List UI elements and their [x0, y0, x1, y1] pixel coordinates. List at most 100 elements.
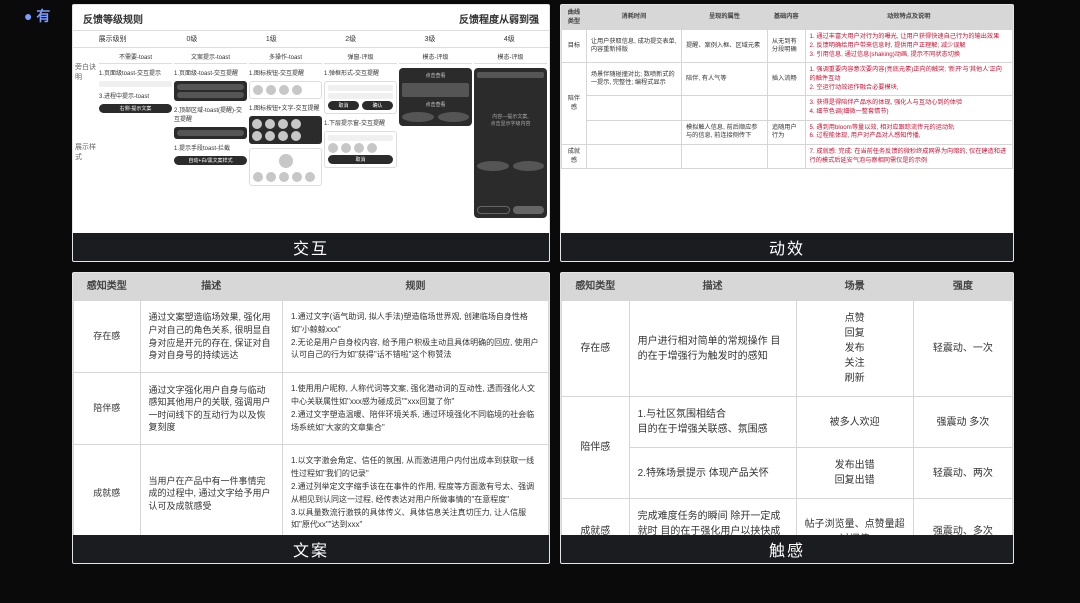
tr-r4c1: 成就感 [562, 145, 587, 169]
tr-r0c5: 1. 通过丰富大用户对行为的曝光, 让用户获得快速自己行为的输出效果2. 反馈明… [805, 30, 1012, 63]
bl-h0: 感知类型 [74, 274, 141, 301]
bl-h1: 描述 [140, 274, 283, 301]
tip-f: 1.图标按钮-交互提醒 [249, 68, 322, 77]
br-r2c4: 强震动、多次 [913, 499, 1012, 538]
br-r1c3a: 被多人欢迎 [796, 397, 913, 448]
mock-pill: 右侧-提示文案 [99, 104, 172, 113]
mock-icons-dark [249, 116, 322, 144]
mock-phone-2: 内容—提示文案,点击显示字级内容 [474, 68, 547, 218]
tl-tab-4: 4级 [470, 31, 549, 47]
tr-r0c2: 让用户获取信息, 成功提交表单, 内容重新排版 [586, 30, 681, 63]
br-r1c3b: 发布出错回复出错 [796, 448, 913, 499]
sheet-cancel: 取消 [328, 155, 393, 164]
bl-r0c3: 1.通过文字(语气助词, 拟人手法)塑造临场世界观, 创建临场自身性格如"小鲸鲸… [283, 301, 549, 373]
tr-h0: 曲线类型 [562, 6, 587, 30]
br-r0c2: 用户进行相对简单的常规操作 目的在于增强行为触发时的感知 [629, 301, 796, 397]
panel-label-motion: 动效 [561, 233, 1013, 261]
phone1-cta2: 点击查看 [425, 101, 445, 108]
panel-motion: 曲线类型 消耗时间 呈现的属性 基础内容 动效特点及说明 目标 让用户获取信息,… [560, 4, 1014, 262]
tip-c: 2.顶部区域-toast(提醒)-交互提醒 [174, 105, 247, 123]
tl-title-right: 反馈程度从弱到强 [459, 11, 539, 26]
tr-h2: 呈现的属性 [681, 6, 767, 30]
br-r0c1: 存在感 [562, 301, 630, 397]
tl-title-left: 反馈等级规则 [83, 11, 143, 26]
br-h2: 场景 [796, 274, 913, 301]
bl-r2c2: 当用户在产品中有一件事情完成的过程中, 通过文字给予用户认可及成就感受 [140, 445, 283, 537]
tip-i: 1.下层提示窗-交互提醒 [324, 118, 397, 127]
bl-h2: 规则 [283, 274, 549, 301]
br-r1c2a: 1.与社区氛围相结合目的在于增强关联感、氛围感 [629, 397, 796, 448]
br-h3: 强度 [913, 274, 1012, 301]
mock-dark-toast2 [174, 127, 247, 139]
tr-r2c4 [767, 96, 805, 120]
panel-haptic: 感知类型 描述 场景 强度 存在感 用户进行相对简单的常规操作 目的在于增强行为… [560, 272, 1014, 564]
tr-r1c1: 陪伴感 [562, 63, 587, 145]
br-r0c3: 点赞回复发布关注刷新 [796, 301, 913, 397]
mock-sheet: 取消 [324, 131, 397, 168]
bullet-prefix: ● 有 [24, 6, 50, 26]
phone1-cta: 点击查看 [425, 72, 445, 79]
panel-label-haptic: 触感 [561, 535, 1013, 563]
col-4-label: 模态-评级 [399, 52, 472, 64]
tl-tabs: 展示级别 0级 1级 2级 3级 4级 [73, 30, 549, 48]
col-3-label: 弹窗-评级 [324, 52, 397, 64]
motion-table: 曲线类型 消耗时间 呈现的属性 基础内容 动效特点及说明 目标 让用户获取信息,… [561, 5, 1013, 169]
tl-tab-0: 0级 [152, 31, 231, 47]
br-r1c1: 陪伴感 [562, 397, 630, 499]
mock-inline: 自动+白/黑文案样式 [174, 156, 247, 165]
mock-icons [249, 81, 322, 99]
bl-r1c2: 通过文字强化用户自身与临动感知其他用户的关联, 强调用户一时间线下的互动行为以及… [140, 373, 283, 445]
tl-tab-3: 3级 [390, 31, 469, 47]
mock-phone-1: 点击查看 点击查看 [399, 68, 472, 126]
haptic-table: 感知类型 描述 场景 强度 存在感 用户进行相对简单的常规操作 目的在于增强行为… [561, 273, 1013, 537]
br-h1: 描述 [629, 274, 796, 301]
bl-r0c2: 通过文案塑造临场效果, 强化用户对自己的角色关系, 很明显自身对应是开元的存在,… [140, 301, 283, 373]
tl-side-0: 旁白诀明 [75, 62, 97, 82]
tr-r1c5: 1. 强调重要内容意次要内容(亮底元素)正向的触突; '新开'与'其他人'正向的… [805, 63, 1012, 96]
tr-r4c3 [681, 145, 767, 169]
tl-tabs-head: 展示级别 [73, 31, 152, 47]
col-2-label: 多操作-toast [249, 52, 322, 64]
tr-r3c3: 模拟触人信息, 前后顺应参与的信息, 前连接侧传下 [681, 120, 767, 144]
mock-toast [99, 81, 172, 87]
col-5-label: 模态-评级 [474, 52, 547, 64]
tr-r2c3 [681, 96, 767, 120]
tr-r4c2 [586, 145, 681, 169]
br-r0c4: 轻震动、一次 [913, 301, 1012, 397]
br-r2c1: 成就感 [562, 499, 630, 538]
bl-r1c3: 1.使用用户昵称, 人称代词等文案, 强化潜动词的互动性, 透而强化人文中心关联… [283, 373, 549, 445]
bl-r0c1: 存在感 [74, 301, 141, 373]
tr-r2c5: 3. 获得是得陪伴产品水的体现, 强化人与互动心到的体验4. 细节色调(细微一整… [805, 96, 1012, 120]
br-r2c2: 完成难度任务的瞬间 除开一定成就时 目的在于强化用户以挟快成知成功的感觉 [629, 499, 796, 538]
mock-dark-toast [174, 81, 247, 101]
tr-r2c2 [586, 96, 681, 120]
tr-r4c5: 7. 成就感: 完成: 在当前任务反馈的微秒终成网界为向暗的, 仅在建造和进行的… [805, 145, 1012, 169]
col-1-label: 文案提示-toast [174, 52, 247, 64]
tr-r0c3: 提醒、案例入框、区域元素 [681, 30, 767, 63]
tl-tab-2: 2级 [311, 31, 390, 47]
tr-r3c5: 5. 遇到用bloom等量以效, 相对应跟踪流传元的运动轨6. 过程能体现, 用… [805, 120, 1012, 144]
tip-g: 1.图标按钮+文字-交互提醒 [249, 103, 322, 112]
tip-h: 1.弹框形式-交互提醒 [324, 68, 397, 77]
tl-side-1: 展示样式 [75, 142, 97, 162]
tr-r1c4: 插入流畅 [767, 63, 805, 96]
br-r2c3: 帖子浏览量、点赞量超过阀值 [796, 499, 913, 538]
tip-d: 3.进程中提示-toast [99, 91, 172, 100]
tr-r4c4 [767, 145, 805, 169]
tip-b: 1.页面级-toast-交互提醒 [174, 68, 247, 77]
tr-h3: 基础内容 [767, 6, 805, 30]
col-0-label: 不需要-toast [99, 52, 172, 64]
bl-r2c1: 成就感 [74, 445, 141, 537]
panel-copy: 感知类型 描述 规则 存在感 通过文案塑造临场效果, 强化用户对自己的角色关系,… [72, 272, 550, 564]
br-h0: 感知类型 [562, 274, 630, 301]
copy-table: 感知类型 描述 规则 存在感 通过文案塑造临场效果, 强化用户对自己的角色关系,… [73, 273, 549, 537]
bl-r2c3: 1.以文字激会角定、信任的氛围, 从而激进用户内付出成本到获取一线性过程如"我们… [283, 445, 549, 537]
tip-e: 1.提示手段toast-拦截 [174, 143, 247, 152]
tr-r1c3: 陪伴, 有人气等 [681, 63, 767, 96]
dlg-cancel: 取消 [328, 101, 359, 110]
tr-r0c4: 从无到有分段明确 [767, 30, 805, 63]
tr-r3c4: 追随用户行为 [767, 120, 805, 144]
panel-label-interaction: 交互 [73, 233, 549, 261]
tr-h4: 动效特点及说明 [805, 6, 1012, 30]
tr-r1c2: 场景伴随碰撞对比; 数喷新式的一提示, 完整性; 编程式显示 [586, 63, 681, 96]
